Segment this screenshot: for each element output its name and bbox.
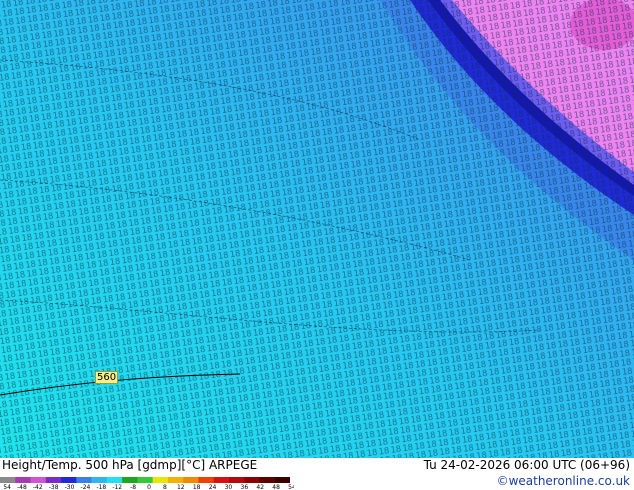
legend-label: 48 bbox=[272, 484, 280, 490]
legend-label: 54 bbox=[288, 484, 294, 490]
legend-label: -48 bbox=[17, 484, 27, 490]
legend-label: 18 bbox=[193, 484, 201, 490]
number-texture bbox=[0, 0, 634, 458]
legend-label: 12 bbox=[177, 484, 185, 490]
map-view: 18 560 Height/Temp. 500 hPa [gdmp][°C] A… bbox=[0, 0, 634, 490]
legend-label: 8 bbox=[163, 484, 167, 490]
weather-map[interactable]: 18 bbox=[0, 0, 634, 458]
legend-label: 42 bbox=[256, 484, 264, 490]
legend-label: 30 bbox=[225, 484, 233, 490]
site-credit[interactable]: ©weatheronline.co.uk bbox=[497, 474, 630, 488]
legend-label: -30 bbox=[65, 484, 75, 490]
legend-label: 0 bbox=[147, 484, 151, 490]
legend-label: -38 bbox=[49, 484, 59, 490]
legend-label: 24 bbox=[209, 484, 217, 490]
legend-label: 36 bbox=[241, 484, 249, 490]
forecast-datetime: Tu 24-02-2026 06:00 UTC (06+96) bbox=[423, 458, 630, 472]
legend-label: -42 bbox=[33, 484, 43, 490]
map-title: Height/Temp. 500 hPa [gdmp][°C] ARPEGE bbox=[2, 458, 258, 472]
legend-label: -24 bbox=[81, 484, 91, 490]
contour-label: 560 bbox=[95, 371, 119, 384]
legend-label: -18 bbox=[96, 484, 106, 490]
legend-label: -12 bbox=[112, 484, 122, 490]
legend-labels: -54 -48 -42 -38 -30 -24 -18 -12 -8 0 8 12 18 24 30 36 42… bbox=[4, 484, 294, 490]
legend-label: -8 bbox=[130, 484, 136, 490]
legend-label: -54 bbox=[4, 484, 11, 490]
